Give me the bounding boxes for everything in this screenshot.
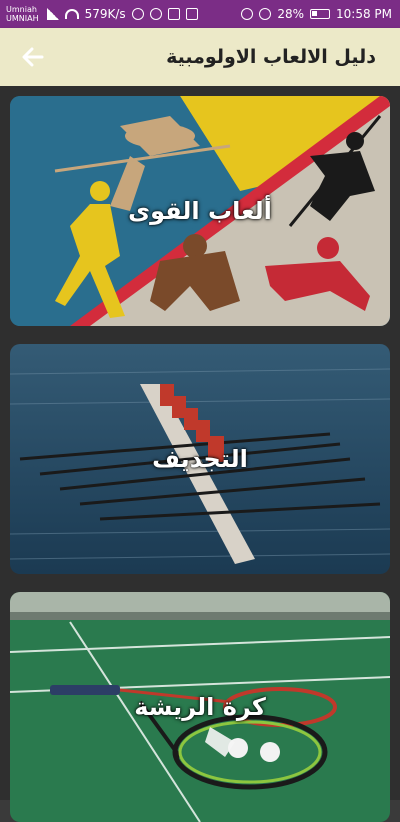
category-label: التجديف <box>152 445 248 473</box>
mail-icon <box>185 8 198 20</box>
notification-icon <box>149 8 162 20</box>
data-saver-icon <box>259 8 272 20</box>
category-label: كرة الريشة <box>134 693 266 721</box>
app-bar: دليل الالعاب الاولومبية <box>0 28 400 86</box>
status-bar: Umniah UMNIAH 579K/s 28% 10:58 PM <box>0 0 400 28</box>
carrier-info: Umniah UMNIAH <box>6 5 39 23</box>
battery-percent: 28% <box>277 7 304 21</box>
alarm-icon <box>241 8 254 20</box>
battery-icon <box>310 9 330 19</box>
page-title: دليل الالعاب الاولومبية <box>166 46 376 68</box>
category-card-rowing[interactable]: التجديف <box>10 344 390 574</box>
carrier-bottom: UMNIAH <box>6 14 39 23</box>
instagram-icon <box>167 8 180 20</box>
network-speed: 579K/s <box>84 7 126 21</box>
category-card-badminton[interactable]: كرة الريشة <box>10 592 390 822</box>
messenger-icon <box>131 8 144 20</box>
wifi-icon <box>64 9 79 19</box>
category-list: ألعاب القوى التجديف كرة الريشة <box>0 86 400 822</box>
category-label: ألعاب القوى <box>128 197 272 225</box>
category-card-athletics[interactable]: ألعاب القوى <box>10 96 390 326</box>
signal-icon <box>46 8 59 20</box>
carrier-top: Umniah <box>6 5 37 14</box>
arrow-left-icon[interactable] <box>18 42 48 72</box>
clock: 10:58 PM <box>336 7 392 21</box>
